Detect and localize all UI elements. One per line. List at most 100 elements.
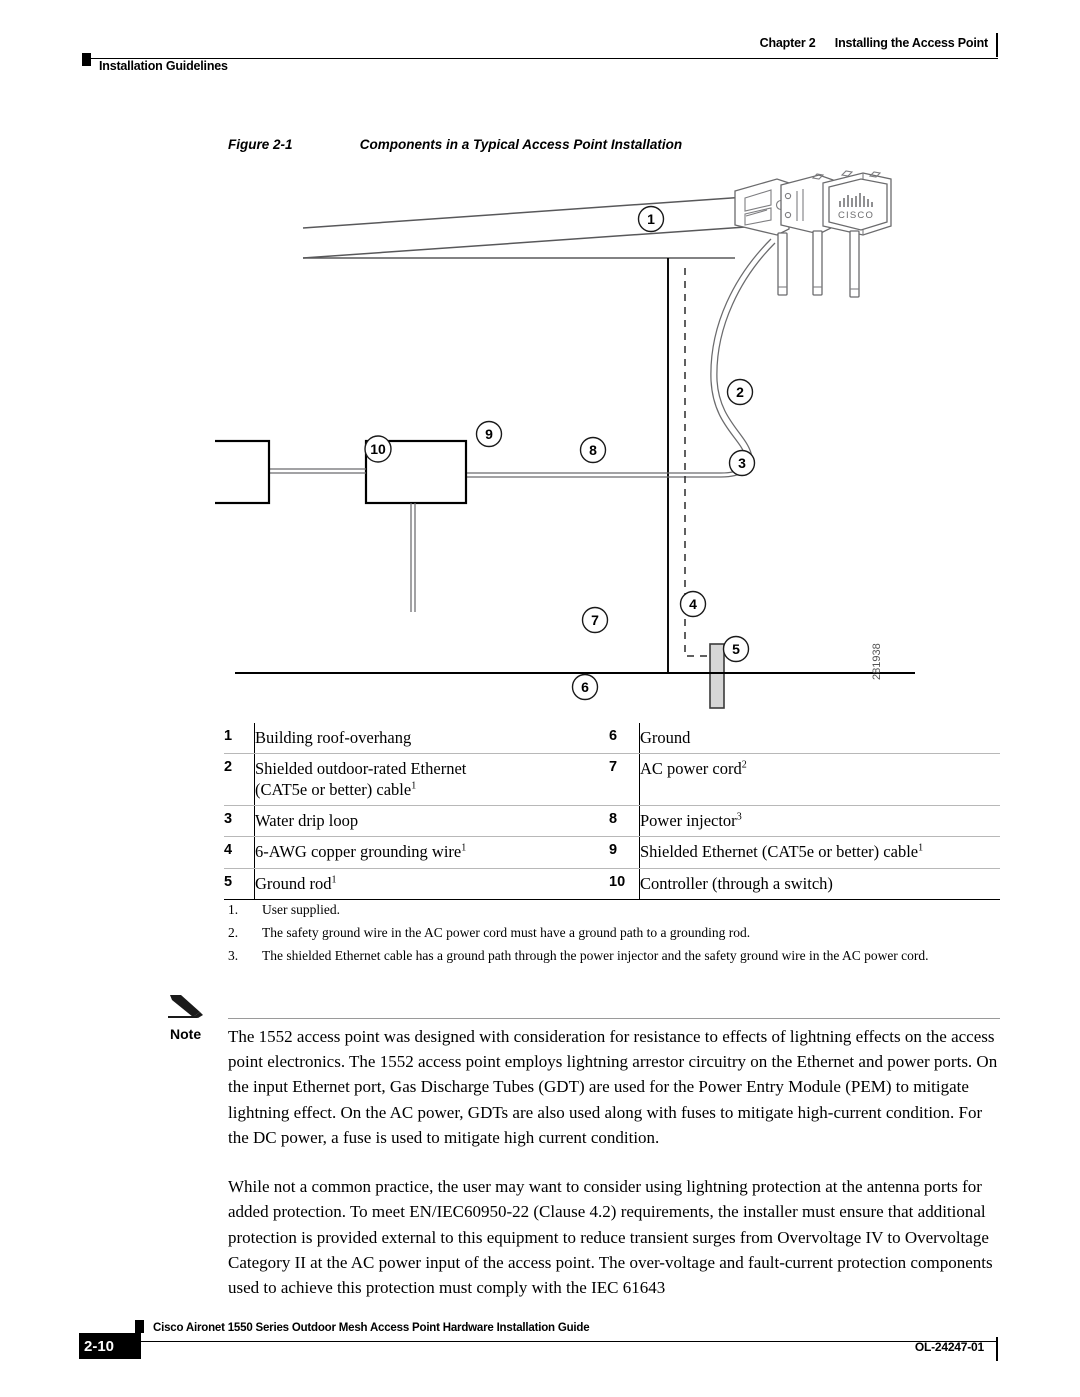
svg-text:4: 4 bbox=[689, 596, 697, 612]
legend-desc-text: Shielded outdoor-rated Ethernet bbox=[255, 759, 467, 779]
legend-footnote-ref: 1 bbox=[331, 874, 337, 886]
legend-num: 5 bbox=[224, 868, 255, 900]
svg-text:2: 2 bbox=[736, 384, 744, 400]
header-bullet-square-icon bbox=[82, 53, 91, 66]
legend-desc-text: Controller (through a switch) bbox=[640, 873, 833, 893]
controller-box bbox=[215, 439, 271, 505]
svg-text:5: 5 bbox=[732, 641, 740, 657]
legend-desc: Building roof-overhang bbox=[254, 723, 601, 755]
legend-footnote-ref: 1 bbox=[461, 842, 467, 854]
legend-desc: 6-AWG copper grounding wire1 bbox=[254, 836, 601, 869]
header-chapter-info: Chapter 2 Installing the Access Point bbox=[759, 36, 989, 50]
legend-num: 7 bbox=[601, 753, 640, 807]
figure-graphic-id-text: 281938 bbox=[871, 643, 883, 680]
legend-desc-text: Water drip loop bbox=[255, 811, 359, 831]
footnotes-list: 1. User supplied. 2. The safety ground w… bbox=[228, 898, 1008, 968]
legend-desc-text: 6-AWG copper grounding wire bbox=[255, 842, 462, 862]
legend-num: 2 bbox=[224, 753, 255, 807]
figure-title: Components in a Typical Access Point Ins… bbox=[359, 137, 683, 152]
callout-8: 8 bbox=[579, 436, 607, 464]
header-right-bar bbox=[995, 33, 998, 57]
legend-desc-text: Ground bbox=[640, 728, 691, 747]
legend-footnote-ref: 1 bbox=[918, 842, 924, 854]
footnote-text: User supplied. bbox=[262, 902, 340, 917]
legend-desc: Power injector3 bbox=[639, 805, 1000, 838]
legend-num: 9 bbox=[601, 836, 640, 869]
legend-desc: Water drip loop bbox=[254, 805, 601, 838]
legend-desc: Shielded outdoor-rated Ethernet (CAT5e o… bbox=[254, 753, 601, 807]
svg-text:7: 7 bbox=[591, 612, 599, 628]
svg-text:10: 10 bbox=[370, 441, 386, 457]
table-row: 5 Ground rod1 10 Controller (through a s… bbox=[224, 868, 1000, 900]
legend-num: 8 bbox=[601, 805, 640, 838]
figure-number: Figure 2-1 bbox=[228, 137, 293, 152]
legend-num: 3 bbox=[224, 805, 255, 838]
page-header: Chapter 2 Installing the Access Point In… bbox=[0, 0, 1080, 90]
callout-10: 10 bbox=[364, 435, 392, 463]
note-label: Note bbox=[170, 1026, 202, 1042]
note-paragraph: The 1552 access point was designed with … bbox=[228, 1027, 998, 1147]
footnote-marker: 2. bbox=[228, 925, 239, 941]
legend-desc-text: Power injector bbox=[640, 811, 737, 831]
ground-rod bbox=[709, 643, 725, 709]
footer-document-title: Cisco Aironet 1550 Series Outdoor Mesh A… bbox=[153, 1322, 590, 1334]
footer-rule bbox=[135, 1341, 998, 1343]
legend-footnote-ref: 2 bbox=[741, 759, 747, 771]
callout-7: 7 bbox=[581, 606, 609, 634]
callout-3: 3 bbox=[728, 449, 756, 477]
svg-text:3: 3 bbox=[738, 455, 746, 471]
note-divider bbox=[228, 1018, 1000, 1020]
legend-desc-text: Building roof-overhang bbox=[255, 728, 412, 747]
footnote-item: 2. The safety ground wire in the AC powe… bbox=[228, 921, 1008, 944]
antennas bbox=[777, 230, 860, 298]
legend-desc: Ground bbox=[639, 723, 1000, 755]
header-chapter-title: Installing the Access Point bbox=[834, 36, 988, 50]
footer-page-number: 2-10 bbox=[79, 1333, 141, 1359]
footnote-marker: 3. bbox=[228, 948, 239, 964]
svg-text:9: 9 bbox=[485, 426, 493, 442]
table-row: 2 Shielded outdoor-rated Ethernet (CAT5e… bbox=[224, 753, 1000, 807]
footer-bullet-square-icon bbox=[135, 1320, 144, 1333]
footer-doc-id: OL-24247-01 bbox=[914, 1340, 984, 1354]
figure-graphic-id: 281938 bbox=[869, 592, 949, 680]
legend-num: 6 bbox=[601, 723, 640, 755]
header-chapter: Chapter 2 bbox=[759, 36, 816, 50]
footnote-marker: 1. bbox=[228, 902, 239, 917]
footnote-item: 1. User supplied. bbox=[228, 898, 1008, 921]
legend-desc: Ground rod1 bbox=[254, 868, 601, 900]
legend-desc-text: AC power cord bbox=[640, 759, 742, 779]
legend-num: 1 bbox=[224, 723, 255, 755]
legend-desc: Shielded Ethernet (CAT5e or better) cabl… bbox=[639, 836, 1000, 869]
note-body: The 1552 access point was designed with … bbox=[228, 1024, 1004, 1300]
footnote-text: The shielded Ethernet cable has a ground… bbox=[262, 948, 929, 964]
legend-desc-text: Ground rod bbox=[255, 873, 332, 893]
callout-5: 5 bbox=[722, 635, 750, 663]
legend-desc-text-line2: (CAT5e or better) cable bbox=[255, 780, 412, 800]
ethernet-cable-drip-loop bbox=[465, 238, 776, 478]
footnote-item: 3. The shielded Ethernet cable has a gro… bbox=[228, 944, 1008, 967]
callout-9: 9 bbox=[475, 420, 503, 448]
legend-desc: Controller (through a switch) bbox=[639, 868, 1000, 900]
note-pencil-icon bbox=[167, 993, 211, 1019]
callout-4: 4 bbox=[679, 590, 707, 618]
callout-6: 6 bbox=[571, 673, 599, 701]
legend-num: 4 bbox=[224, 836, 255, 869]
svg-text:6: 6 bbox=[581, 679, 589, 695]
access-point-device: CISCO bbox=[734, 170, 892, 298]
figure-diagram: .ln { fill:none; stroke:#58585a; stroke-… bbox=[215, 165, 915, 710]
callout-1: 1 bbox=[637, 205, 665, 233]
svg-text:8: 8 bbox=[589, 442, 597, 458]
legend-num: 10 bbox=[601, 868, 640, 900]
footer-right-bar bbox=[995, 1337, 998, 1361]
svg-text:1: 1 bbox=[647, 211, 655, 227]
table-row: 3 Water drip loop 8 Power injector3 bbox=[224, 805, 1000, 838]
device-brand-label: CISCO bbox=[838, 210, 874, 221]
figure-caption: Figure 2-1 Components in a Typical Acces… bbox=[228, 137, 682, 152]
legend-desc-text: Shielded Ethernet (CAT5e or better) cabl… bbox=[640, 842, 919, 862]
note-paragraph: While not a common practice, the user ma… bbox=[228, 1177, 993, 1298]
footnote-text: The safety ground wire in the AC power c… bbox=[262, 925, 751, 941]
legend-table: 1 Building roof-overhang 6 Ground 2 Shie… bbox=[224, 723, 1000, 900]
table-row: 4 6-AWG copper grounding wire1 9 Shielde… bbox=[224, 836, 1000, 869]
legend-footnote-ref: 3 bbox=[736, 811, 742, 823]
header-section-title: Installation Guidelines bbox=[99, 59, 228, 73]
